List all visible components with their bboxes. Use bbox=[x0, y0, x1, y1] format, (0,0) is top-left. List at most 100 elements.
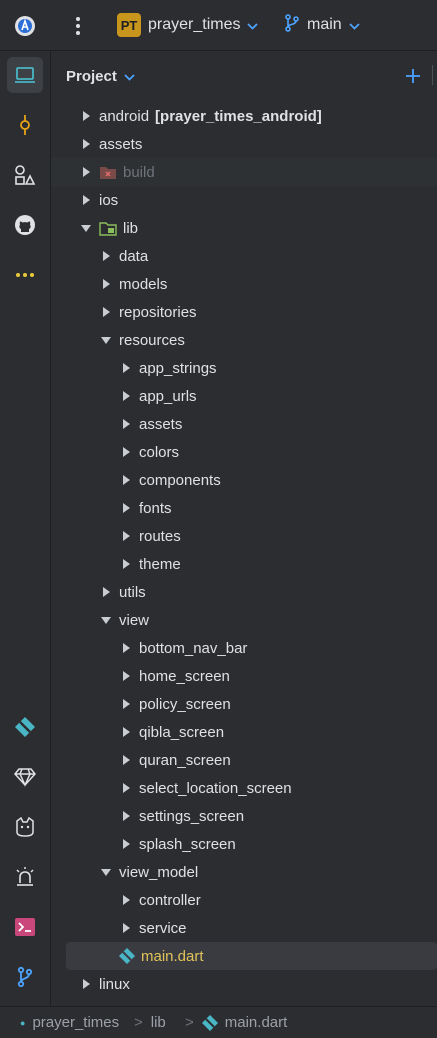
folder-item[interactable]: controller bbox=[51, 886, 437, 914]
folder-item[interactable]: assets bbox=[51, 130, 437, 158]
collapse-arrow-icon[interactable] bbox=[79, 221, 93, 235]
title-bar: PT prayer_times main bbox=[0, 0, 437, 51]
expand-arrow-icon[interactable] bbox=[119, 725, 133, 739]
expand-arrow-icon[interactable] bbox=[119, 445, 133, 459]
expand-arrow-icon[interactable] bbox=[119, 529, 133, 543]
folder-item[interactable]: policy_screen bbox=[51, 690, 437, 718]
expand-arrow-icon[interactable] bbox=[79, 193, 93, 207]
expand-arrow-icon[interactable] bbox=[99, 305, 113, 319]
breadcrumb-main-dart[interactable]: > main.dart bbox=[177, 1007, 287, 1038]
gem-icon[interactable] bbox=[7, 759, 43, 795]
expand-arrow-icon[interactable] bbox=[119, 417, 133, 431]
breadcrumb-label: main.dart bbox=[224, 1014, 288, 1031]
dart-file-icon bbox=[119, 948, 135, 964]
expand-arrow-icon[interactable] bbox=[79, 137, 93, 151]
expand-arrow-icon[interactable] bbox=[119, 921, 133, 935]
folder-item[interactable]: view_model bbox=[51, 858, 437, 886]
folder-item[interactable]: view bbox=[51, 606, 437, 634]
folder-item[interactable]: linux bbox=[51, 970, 437, 998]
expand-arrow-icon[interactable] bbox=[99, 585, 113, 599]
expand-arrow-icon[interactable] bbox=[119, 837, 133, 851]
expand-arrow-icon[interactable] bbox=[119, 361, 133, 375]
folder-item[interactable]: resources bbox=[51, 326, 437, 354]
folder-item[interactable]: build bbox=[51, 158, 437, 186]
folder-item[interactable]: app_urls bbox=[51, 382, 437, 410]
expand-arrow-icon[interactable] bbox=[119, 473, 133, 487]
app-inspection-icon[interactable] bbox=[7, 859, 43, 895]
expand-arrow-icon[interactable] bbox=[79, 165, 93, 179]
tree-item-label: repositories bbox=[119, 303, 197, 321]
breadcrumb-lib[interactable]: > lib bbox=[126, 1007, 166, 1038]
git-branch-icon bbox=[284, 14, 300, 36]
branch-switcher[interactable]: main bbox=[284, 12, 360, 38]
expand-arrow-icon[interactable] bbox=[119, 809, 133, 823]
collapse-arrow-icon[interactable] bbox=[99, 613, 113, 627]
github-icon[interactable] bbox=[7, 207, 43, 243]
folder-item[interactable]: colors bbox=[51, 438, 437, 466]
tree-item-label: app_urls bbox=[139, 387, 197, 405]
android-studio-logo-icon[interactable] bbox=[12, 13, 38, 39]
panel-title: Project bbox=[66, 67, 117, 85]
tree-item-label: home_screen bbox=[139, 667, 230, 685]
collapse-arrow-icon[interactable] bbox=[99, 865, 113, 879]
expand-arrow-icon[interactable] bbox=[119, 641, 133, 655]
resource-manager-icon[interactable] bbox=[7, 157, 43, 193]
folder-item[interactable]: service bbox=[51, 914, 437, 942]
folder-item[interactable]: select_location_screen bbox=[51, 774, 437, 802]
tree-item-label: main.dart bbox=[141, 947, 204, 965]
project-view-selector[interactable]: Project bbox=[66, 64, 135, 88]
expand-arrow-icon[interactable] bbox=[119, 389, 133, 403]
folder-item[interactable]: bottom_nav_bar bbox=[51, 634, 437, 662]
commit-tool-icon[interactable] bbox=[7, 107, 43, 143]
add-icon[interactable] bbox=[403, 66, 423, 86]
logcat-icon[interactable] bbox=[7, 809, 43, 845]
project-tool-icon[interactable] bbox=[7, 57, 43, 93]
expand-arrow-icon[interactable] bbox=[99, 277, 113, 291]
expand-arrow-icon[interactable] bbox=[119, 501, 133, 515]
folder-item[interactable]: android [prayer_times_android] bbox=[51, 102, 437, 130]
folder-item[interactable]: repositories bbox=[51, 298, 437, 326]
breadcrumb-label: prayer_times bbox=[32, 1014, 120, 1031]
folder-item[interactable]: settings_screen bbox=[51, 802, 437, 830]
folder-item[interactable]: models bbox=[51, 270, 437, 298]
folder-item[interactable]: components bbox=[51, 466, 437, 494]
expand-arrow-icon[interactable] bbox=[119, 781, 133, 795]
folder-item[interactable]: utils bbox=[51, 578, 437, 606]
folder-item[interactable]: quran_screen bbox=[51, 746, 437, 774]
tree-item-label: android bbox=[99, 107, 150, 125]
project-switcher[interactable]: PT prayer_times bbox=[117, 12, 259, 38]
folder-item[interactable]: qibla_screen bbox=[51, 718, 437, 746]
dart-file-icon bbox=[201, 1014, 218, 1031]
folder-item[interactable]: home_screen bbox=[51, 662, 437, 690]
expand-arrow-icon[interactable] bbox=[119, 753, 133, 767]
expand-arrow-icon[interactable] bbox=[79, 977, 93, 991]
expand-arrow-icon[interactable] bbox=[99, 249, 113, 263]
folder-item[interactable]: lib bbox=[51, 214, 437, 242]
expand-arrow-icon[interactable] bbox=[119, 669, 133, 683]
folder-item[interactable]: routes bbox=[51, 522, 437, 550]
collapse-arrow-icon[interactable] bbox=[99, 333, 113, 347]
file-item[interactable]: main.dart bbox=[66, 942, 437, 970]
expand-arrow-icon[interactable] bbox=[119, 557, 133, 571]
folder-item[interactable]: splash_screen bbox=[51, 830, 437, 858]
folder-item[interactable]: data bbox=[51, 242, 437, 270]
folder-item[interactable]: app_strings bbox=[51, 354, 437, 382]
folder-item[interactable]: fonts bbox=[51, 494, 437, 522]
main-menu-icon[interactable] bbox=[66, 13, 90, 39]
tree-item-label: qibla_screen bbox=[139, 723, 225, 741]
folder-item[interactable]: ios bbox=[51, 186, 437, 214]
expand-arrow-icon[interactable] bbox=[119, 893, 133, 907]
tree-item-label: policy_screen bbox=[139, 695, 231, 713]
tree-item-label: splash_screen bbox=[139, 835, 236, 853]
expand-arrow-icon[interactable] bbox=[119, 697, 133, 711]
terminal-icon[interactable] bbox=[7, 909, 43, 945]
folder-item[interactable]: theme bbox=[51, 550, 437, 578]
folder-item[interactable]: assets bbox=[51, 410, 437, 438]
version-control-icon[interactable] bbox=[7, 959, 43, 995]
breadcrumb-project[interactable]: ● prayer_times bbox=[20, 1007, 119, 1038]
tree-item-label: quran_screen bbox=[139, 751, 231, 769]
expand-arrow-icon[interactable] bbox=[79, 109, 93, 123]
tree-item-label: linux bbox=[99, 975, 130, 993]
more-tools-icon[interactable] bbox=[7, 257, 43, 293]
dart-analysis-icon[interactable] bbox=[7, 709, 43, 745]
